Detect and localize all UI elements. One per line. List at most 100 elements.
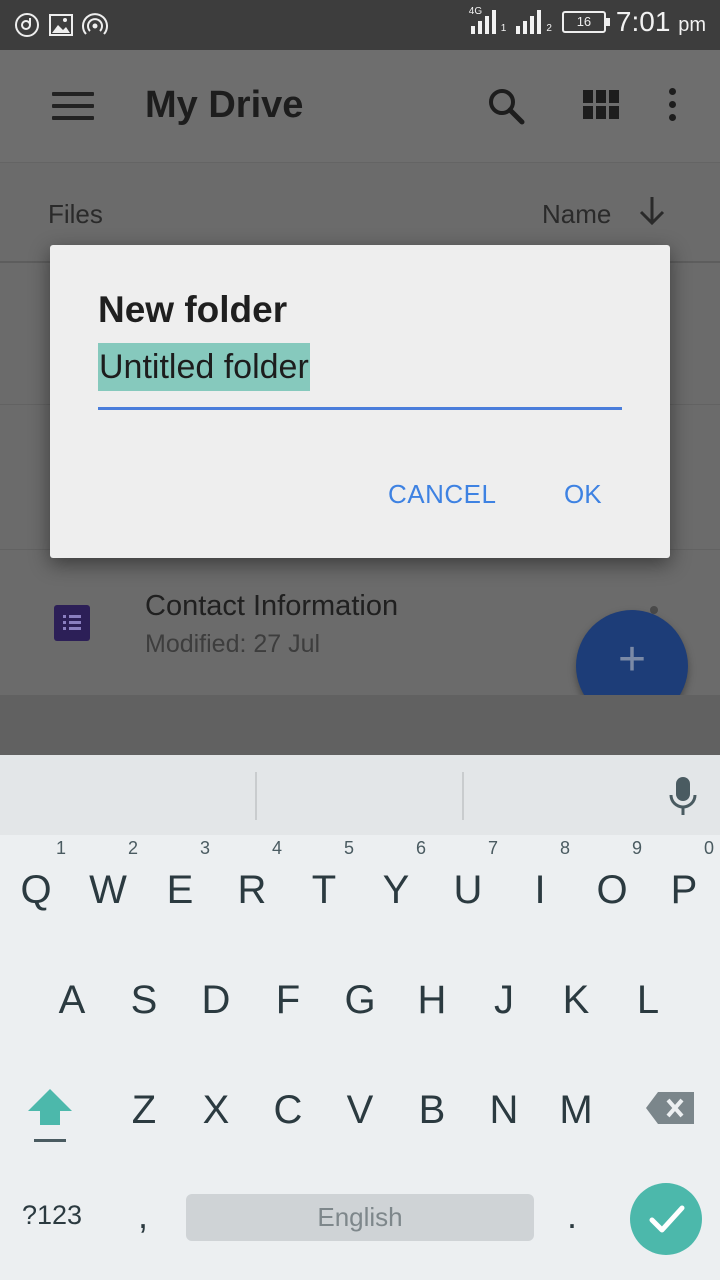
scrim [0,695,720,755]
folder-name-selected-text[interactable]: Untitled folder [98,343,310,391]
list-item-modified: Modified: 27 Jul [145,630,321,658]
key-label: F [275,978,301,1022]
folder-name-input[interactable]: Untitled folder [98,343,622,410]
form-file-icon [54,605,90,641]
key-number-hint: 8 [559,838,570,858]
key-f[interactable]: F [252,960,324,1040]
key-label: I [534,868,546,912]
clock: 7:01 pm [616,6,706,38]
key-label: C [273,1088,303,1132]
files-label: Files [48,199,103,229]
key-label: X [202,1088,230,1132]
suggestion-strip [0,755,720,835]
signal-sim1-icon: 4G 1 [469,6,506,34]
suggestion-divider [255,772,257,820]
cancel-button[interactable]: CANCEL [388,479,496,510]
key-t[interactable]: T5 [288,838,360,930]
more-options-icon[interactable] [666,88,678,124]
shift-icon[interactable] [24,1085,76,1145]
key-number-hint: 3 [199,838,210,858]
enter-key[interactable] [630,1183,702,1255]
key-a[interactable]: A [36,960,108,1040]
key-label: O [596,868,628,912]
key-i[interactable]: I8 [504,838,576,930]
key-c[interactable]: C [252,1070,324,1150]
key-h[interactable]: H [396,960,468,1040]
key-s[interactable]: S [108,960,180,1040]
key-j[interactable]: J [468,960,540,1040]
sort-arrow-down-icon[interactable] [638,195,666,227]
key-number-hint: 7 [487,838,498,858]
period-key[interactable]: . [567,1195,577,1237]
key-label: E [166,868,194,912]
symbols-key[interactable]: ?123 [22,1200,82,1231]
microphone-icon[interactable] [668,775,698,819]
key-label: L [636,978,660,1022]
key-number-hint: 0 [703,838,714,858]
key-v[interactable]: V [324,1070,396,1150]
app-bar: My Drive [0,50,720,163]
key-g[interactable]: G [324,960,396,1040]
clock-time: 7:01 [615,6,671,37]
clock-ampm: pm [678,14,706,36]
key-m[interactable]: M [540,1070,612,1150]
key-number-hint: 5 [343,838,354,858]
key-label: S [130,978,158,1022]
dialog-title: New folder [98,289,288,330]
key-q[interactable]: Q1 [0,838,72,930]
key-label: P [670,868,698,912]
key-label: B [418,1088,446,1132]
key-k[interactable]: K [540,960,612,1040]
search-icon[interactable] [486,86,526,126]
key-n[interactable]: N [468,1070,540,1150]
key-label: V [346,1088,374,1132]
plus-icon: + [617,633,647,686]
page-title: My Drive [145,84,304,126]
backspace-icon[interactable] [644,1090,696,1126]
key-label: Y [382,868,410,912]
hotspot-icon [82,12,108,38]
key-e[interactable]: E3 [144,838,216,930]
key-d[interactable]: D [180,960,252,1040]
key-w[interactable]: W2 [72,838,144,930]
notification-icons [14,12,108,38]
image-notification-icon [48,12,74,38]
list-item-name[interactable]: Contact Information [145,590,398,623]
battery-icon: 16 [561,11,610,33]
key-r[interactable]: R4 [216,838,288,930]
key-label: J [494,978,514,1022]
space-key[interactable]: English [186,1194,534,1241]
key-y[interactable]: Y6 [360,838,432,930]
key-label: T [311,868,337,912]
key-number-hint: 6 [415,838,426,858]
key-x[interactable]: X [180,1070,252,1150]
key-o[interactable]: O9 [576,838,648,930]
key-p[interactable]: P0 [648,838,720,930]
music-notification-icon [14,12,40,38]
key-label: U [453,868,483,912]
status-right: 4G 1 2 16 7:01 pm [469,6,706,38]
key-label: G [344,978,376,1022]
key-b[interactable]: B [396,1070,468,1150]
ok-button[interactable]: OK [564,479,602,510]
grid-view-icon[interactable] [583,90,619,120]
sim2-label: 2 [546,23,552,34]
menu-icon[interactable] [52,92,94,120]
key-label: Z [131,1088,157,1132]
comma-key[interactable]: , [138,1195,148,1237]
key-number-hint: 9 [631,838,642,858]
key-label: R [237,868,267,912]
key-z[interactable]: Z [108,1070,180,1150]
key-label: N [489,1088,519,1132]
key-label: Q [20,868,52,912]
key-label: A [58,978,86,1022]
key-u[interactable]: U7 [432,838,504,930]
network-type-label: 4G [468,6,483,17]
key-label: M [559,1088,593,1132]
key-l[interactable]: L [612,960,684,1040]
key-label: H [417,978,447,1022]
key-number-hint: 1 [55,838,66,858]
sort-by-name-button[interactable]: Name [542,199,611,230]
suggestion-divider [462,772,464,820]
signal-sim2-icon: 2 [516,10,552,34]
